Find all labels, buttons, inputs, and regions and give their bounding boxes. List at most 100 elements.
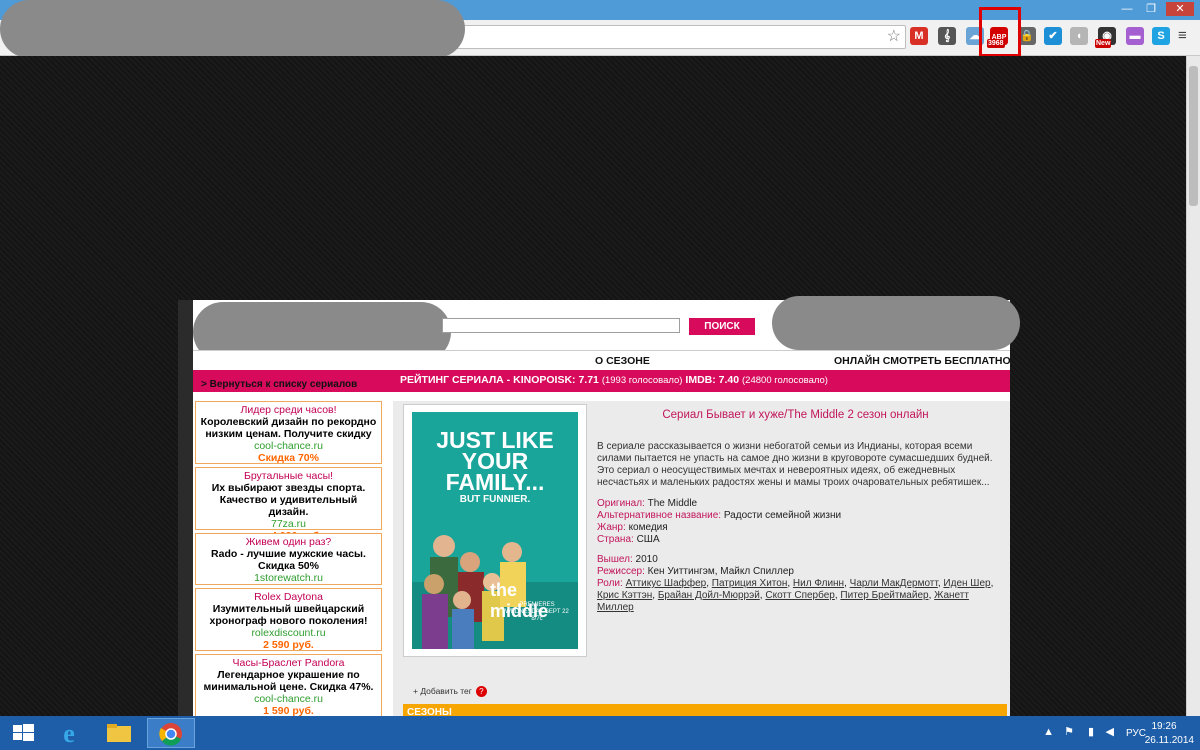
scrollbar-thumb[interactable] xyxy=(1189,66,1198,206)
file-explorer-icon[interactable] xyxy=(96,718,142,748)
ad-description: Королевский дизайн по рекордно низким це… xyxy=(200,416,377,440)
label: Режиссер: xyxy=(597,566,645,577)
internet-explorer-icon[interactable]: e xyxy=(46,718,92,748)
cast-link[interactable]: Аттикус Шаффер xyxy=(626,578,707,589)
imdb-rating: IMDB: 7.40 xyxy=(685,374,740,386)
ad-url[interactable]: 77za.ru xyxy=(199,518,378,530)
rating-line: РЕЙТИНГ СЕРИАЛА - KINOPOISK: 7.71 (1993 … xyxy=(400,374,828,386)
info-year: Вышел: 2010 xyxy=(597,554,1007,566)
back-to-list-link[interactable]: > Вернуться к списку сериалов xyxy=(201,379,357,390)
ad-description: Их выбирают звезды спорта. Качество и уд… xyxy=(211,482,366,518)
clock-date[interactable]: 26.11.2014 xyxy=(1136,735,1194,746)
nav-watch-online[interactable]: ОНЛАЙН СМОТРЕТЬ БЕСПЛАТНО xyxy=(834,355,1011,367)
value: The Middle xyxy=(647,498,698,509)
music-note-icon[interactable]: 𝄞 xyxy=(938,27,956,45)
extension-glyph: ✔ xyxy=(1048,30,1058,42)
info-genre: Жанр: комедия xyxy=(597,522,1007,534)
search-input[interactable] xyxy=(442,318,680,333)
gmail-icon[interactable]: M xyxy=(910,27,928,45)
value: Радости семейной жизни xyxy=(723,510,842,521)
ad-block[interactable]: Rolex Daytona Изумительный швейцарский х… xyxy=(195,588,382,651)
cast-link[interactable]: Патриция Хитон xyxy=(712,578,788,589)
extension-glyph: ◖ xyxy=(1075,30,1083,42)
scrollbar[interactable] xyxy=(1186,56,1200,716)
extension-glyph: 𝄞 xyxy=(943,30,951,42)
ad-title[interactable]: Живем один раз? xyxy=(199,536,378,548)
ad-description: Изумительный швейцарский хронограф новог… xyxy=(209,603,368,627)
ad-description: Rado - лучшие мужские часы. Скидка 50% xyxy=(211,548,366,572)
imdb-votes: (24800 голосовало) xyxy=(742,375,828,386)
ad-title[interactable]: Брутальные часы! xyxy=(199,470,378,482)
label: Альтернативное название: xyxy=(597,510,722,521)
ad-price: Скидка 70% xyxy=(258,452,319,464)
speedometer-icon[interactable]: ◉ New xyxy=(1095,27,1116,48)
show-hidden-icons[interactable]: ▲ xyxy=(1043,726,1054,738)
cast-link[interactable]: Иден Шер xyxy=(943,578,990,589)
show-poster[interactable]: JUST LIKE YOUR FAMILY... BUT FUNNIER. th… xyxy=(412,412,578,649)
search-button[interactable]: ПОИСК xyxy=(689,318,755,335)
restore-icon[interactable]: ❐ xyxy=(1140,2,1162,16)
show-main-panel: JUST LIKE YOUR FAMILY... BUT FUNNIER. th… xyxy=(393,401,1010,720)
shield-icon[interactable]: ◖ xyxy=(1070,27,1088,45)
kinopoisk-rating: KINOPOISK: 7.71 xyxy=(513,374,599,386)
extension-badge: New xyxy=(1095,39,1112,48)
value: США xyxy=(636,534,660,545)
rating-prefix: РЕЙТИНГ СЕРИАЛА - xyxy=(400,374,514,386)
ad-block[interactable]: Брутальные часы! Их выбирают звезды спор… xyxy=(195,467,382,542)
info-cast: Роли: Аттикус Шаффер, Патриция Хитон, Ни… xyxy=(597,578,994,613)
label: Страна: xyxy=(597,534,634,545)
label: Роли: xyxy=(597,578,623,589)
info-director: Режиссер: Кен Уиттингэм, Майкл Спиллер xyxy=(597,566,1007,578)
cast-link[interactable]: Крис Кэттэн xyxy=(597,590,652,601)
value: комедия xyxy=(628,522,668,533)
ad-title[interactable]: Часы-Браслет Pandora xyxy=(199,657,378,669)
extension-glyph: 🔒 xyxy=(1020,30,1034,42)
bookmark-star-icon[interactable]: ☆ xyxy=(887,28,901,46)
adblock-highlight-box xyxy=(979,7,1021,57)
skype-icon[interactable]: S xyxy=(1152,27,1170,45)
ad-title[interactable]: Лидер среди часов! xyxy=(199,404,378,416)
start-button[interactable] xyxy=(0,718,46,748)
add-tag-label[interactable]: + Добавить тег xyxy=(413,686,472,696)
redacted-header-right xyxy=(772,296,1020,350)
cast-link[interactable]: Скотт Спербер xyxy=(765,590,835,601)
close-icon[interactable]: ✕ xyxy=(1166,2,1194,16)
poster-subline: BUT FUNNIER. xyxy=(459,494,531,505)
menu-icon[interactable]: ≡ xyxy=(1178,27,1192,44)
volume-icon[interactable]: ◀ xyxy=(1106,725,1114,738)
help-icon[interactable]: ? xyxy=(475,686,487,697)
cast-link[interactable]: Чарли МакДермотт xyxy=(850,578,938,589)
cast-link[interactable]: Нил Флинн xyxy=(793,578,844,589)
poster-headline: JUST LIKE YOUR FAMILY... xyxy=(436,427,554,495)
flag-icon[interactable]: ⚑ xyxy=(1064,725,1074,738)
minimize-icon[interactable]: — xyxy=(1116,2,1138,16)
ad-url[interactable]: 1storewatch.ru xyxy=(199,572,378,584)
add-tag-link[interactable]: + Добавить тег? xyxy=(413,686,487,697)
purple-square-icon[interactable]: ▬ xyxy=(1126,27,1144,45)
clock-time[interactable]: 19:26 xyxy=(1144,721,1184,732)
label: Оригинал: xyxy=(597,498,645,509)
windows-taskbar: e ▲ ⚑ ▮ ◀ РУС 19:26 26.11.2014 xyxy=(0,716,1200,750)
label: Вышел: xyxy=(597,554,633,565)
nav-about-season[interactable]: О СЕЗОНЕ xyxy=(595,355,650,367)
info-alt-name: Альтернативное название: Радости семейно… xyxy=(597,510,1007,522)
cast-link[interactable]: Питер Брейтмайер xyxy=(840,590,928,601)
check-icon[interactable]: ✔ xyxy=(1044,27,1062,45)
ad-block[interactable]: Лидер среди часов! Королевский дизайн по… xyxy=(195,401,382,464)
svg-text:e: e xyxy=(63,719,75,748)
kinopoisk-votes: (1993 голосовало) xyxy=(601,375,683,386)
ad-block[interactable]: Часы-Браслет Pandora Легендарное украшен… xyxy=(195,654,382,717)
redacted-area xyxy=(0,0,465,58)
ad-url[interactable]: rolexdiscount.ru xyxy=(199,627,378,639)
ad-url[interactable]: cool-chance.ru xyxy=(199,693,378,705)
ad-block[interactable]: Живем один раз? Rado - лучшие мужские ча… xyxy=(195,533,382,585)
poster-frame: JUST LIKE YOUR FAMILY... BUT FUNNIER. th… xyxy=(403,404,587,657)
extension-glyph: ▬ xyxy=(1129,30,1141,42)
network-icon[interactable]: ▮ xyxy=(1088,725,1094,738)
info-original: Оригинал: The Middle xyxy=(597,498,1007,510)
chrome-taskbar-button[interactable] xyxy=(147,718,195,748)
ad-title[interactable]: Rolex Daytona xyxy=(199,591,378,603)
cast-link[interactable]: Брайан Дойл-Мюррэй xyxy=(658,590,760,601)
value: 2010 xyxy=(635,554,658,565)
ad-url[interactable]: cool-chance.ru xyxy=(199,440,378,452)
